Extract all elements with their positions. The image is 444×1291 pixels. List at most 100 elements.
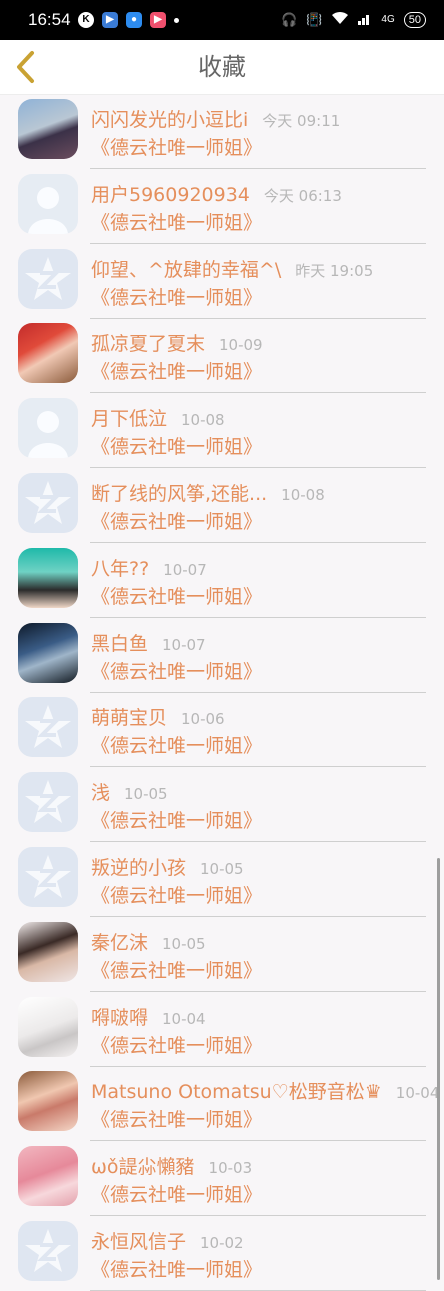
- item-subtitle: 《德云社唯一师姐》: [91, 511, 263, 533]
- item-subtitle: 《德云社唯一师姐》: [91, 810, 263, 833]
- status-system-icons: 🎧 📳 4G 50: [281, 11, 426, 28]
- nickname: 叛逆的小孩: [91, 857, 187, 879]
- nickname: 永恒风信子: [91, 1231, 187, 1253]
- item-subtitle: 《德云社唯一师姐》: [91, 436, 263, 459]
- timestamp: 10-08: [181, 411, 225, 430]
- list-item[interactable]: 月下低泣 10-08 《德云社唯一师姐》: [0, 393, 444, 469]
- dot-icon: [174, 17, 179, 23]
- item-meta: 断了线的风筝,还能... 10-08: [91, 479, 325, 505]
- timestamp: 昨天 19:05: [295, 261, 374, 280]
- list-item[interactable]: 黑白鱼 10-07 《德云社唯一师姐》: [0, 618, 444, 693]
- list-item[interactable]: ωǒ諟尛懶豬 10-03 《德云社唯一师姐》: [0, 1141, 444, 1217]
- item-meta: Matsuno Otomatsu♡松野音松♛ 10-04: [91, 1077, 439, 1103]
- list-item[interactable]: 八年?? 10-07 《德云社唯一师姐》: [0, 543, 444, 618]
- avatar-photo: [18, 1146, 78, 1207]
- list-item[interactable]: 用户5960920934 今天 06:13 《德云社唯一师姐》: [0, 169, 444, 244]
- avatar-photo: [18, 996, 78, 1057]
- user-placeholder-icon: [18, 173, 78, 234]
- item-meta: 浅 10-05: [91, 778, 168, 804]
- nickname: 闪闪发光的小逗比i: [91, 109, 249, 131]
- list-item[interactable]: 叛逆的小孩 10-05 《德云社唯一师姐》: [0, 842, 444, 917]
- timestamp: 10-05: [162, 934, 206, 953]
- item-subtitle: 《德云社唯一师姐》: [91, 885, 263, 907]
- app-icon: ▶: [150, 12, 166, 28]
- avatar-photo: [18, 1071, 78, 1132]
- item-subtitle: 《德云社唯一师姐》: [91, 1259, 263, 1281]
- nickname: 月下低泣: [91, 408, 168, 431]
- avatar-photo: [18, 622, 78, 683]
- item-subtitle: 《德云社唯一师姐》: [91, 137, 263, 159]
- timestamp: 10-09: [219, 336, 263, 355]
- status-bar: 16:54 K ▶ ● ▶ 🎧 📳 4G 50: [0, 0, 444, 40]
- nickname: 八年??: [91, 557, 150, 580]
- item-meta: 萌萌宝贝 10-06: [91, 703, 225, 729]
- app-icon: ●: [126, 12, 142, 28]
- list-item[interactable]: 闪闪发光的小逗比i 今天 09:11 《德云社唯一师姐》: [0, 94, 444, 169]
- item-meta: 闪闪发光的小逗比i 今天 09:11: [91, 105, 340, 131]
- list-item[interactable]: 嘚啵嘚 10-04 《德云社唯一师姐》: [0, 992, 444, 1067]
- list-item[interactable]: 断了线的风筝,还能... 10-08 《德云社唯一师姐》: [0, 468, 444, 543]
- timestamp: 今天 06:13: [263, 186, 342, 205]
- wifi-icon: [331, 11, 349, 28]
- user-placeholder-icon: [18, 398, 78, 459]
- list-item[interactable]: 仰望、^放肆的幸福^\ 昨天 19:05 《德云社唯一师姐》: [0, 244, 444, 319]
- item-meta: 秦亿沫 10-05: [91, 928, 206, 954]
- battery-level: 50: [408, 13, 421, 26]
- app-icon: ▶: [102, 12, 118, 28]
- nickname: 萌萌宝贝: [91, 707, 168, 730]
- timestamp: 10-05: [124, 785, 168, 804]
- timestamp: 今天 09:11: [262, 112, 341, 130]
- item-meta: 孤凉夏了夏末 10-09: [91, 329, 263, 355]
- default-avatar-icon: [18, 772, 78, 833]
- status-time: 16:54: [28, 10, 71, 29]
- nickname: 仰望、^放肆的幸福^\: [91, 258, 282, 281]
- nickname: 用户5960920934: [91, 183, 250, 206]
- item-meta: 永恒风信子 10-02: [91, 1227, 244, 1253]
- item-subtitle: 《德云社唯一师姐》: [91, 660, 263, 683]
- item-meta: 嘚啵嘚 10-04: [91, 1003, 206, 1029]
- nickname: Matsuno Otomatsu♡松野音松♛: [91, 1081, 382, 1104]
- back-button[interactable]: [6, 46, 46, 88]
- item-subtitle: 《德云社唯一师姐》: [91, 735, 263, 758]
- nickname: 孤凉夏了夏末: [91, 333, 206, 356]
- item-meta: 黑白鱼 10-07: [91, 629, 206, 655]
- item-meta: ωǒ諟尛懶豬 10-03: [91, 1152, 252, 1178]
- timestamp: 10-03: [208, 1159, 253, 1178]
- avatar-photo: [18, 921, 78, 982]
- network-label: 4G: [381, 14, 395, 25]
- item-subtitle: 《德云社唯一师姐》: [91, 1034, 263, 1057]
- vibrate-icon: 📳: [306, 11, 323, 27]
- avatar-photo: [18, 99, 78, 159]
- item-meta: 月下低泣 10-08: [91, 404, 225, 430]
- item-subtitle: 《德云社唯一师姐》: [91, 585, 263, 608]
- list-item[interactable]: 孤凉夏了夏末 10-09 《德云社唯一师姐》: [0, 318, 444, 394]
- list-item[interactable]: 秦亿沫 10-05 《德云社唯一师姐》: [0, 917, 444, 992]
- list-item[interactable]: 浅 10-05 《德云社唯一师姐》: [0, 767, 444, 843]
- item-subtitle: 《德云社唯一师姐》: [91, 1109, 263, 1132]
- timestamp: 10-05: [200, 860, 244, 878]
- item-meta: 叛逆的小孩 10-05: [91, 853, 244, 879]
- avatar-photo: [18, 323, 78, 384]
- timestamp: 10-04: [162, 1009, 206, 1028]
- timestamp: 10-07: [163, 560, 207, 579]
- nickname: 秦亿沫: [91, 931, 149, 954]
- default-avatar-icon: [18, 847, 78, 907]
- list-item[interactable]: 萌萌宝贝 10-06 《德云社唯一师姐》: [0, 692, 444, 768]
- nickname: 断了线的风筝,还能...: [91, 483, 268, 505]
- timestamp: 10-04: [395, 1084, 440, 1103]
- chevron-left-icon: [17, 51, 34, 83]
- timestamp: 10-02: [200, 1234, 244, 1252]
- item-meta: 八年?? 10-07: [91, 554, 207, 580]
- item-subtitle: 《德云社唯一师姐》: [91, 361, 263, 384]
- status-notification-icons: K ▶ ● ▶: [78, 12, 179, 28]
- nickname: ωǒ諟尛懶豬: [91, 1156, 195, 1179]
- scrollbar[interactable]: [437, 858, 440, 1280]
- item-meta: 仰望、^放肆的幸福^\ 昨天 19:05: [91, 255, 373, 281]
- avatar-photo: [18, 547, 78, 608]
- list-item[interactable]: Matsuno Otomatsu♡松野音松♛ 10-04 《德云社唯一师姐》: [0, 1066, 444, 1142]
- default-avatar-icon: [18, 248, 78, 309]
- timestamp: 10-06: [181, 710, 225, 729]
- nickname: 黑白鱼: [91, 632, 149, 655]
- nickname: 嘚啵嘚: [91, 1006, 149, 1029]
- battery-icon: 50: [403, 11, 426, 28]
